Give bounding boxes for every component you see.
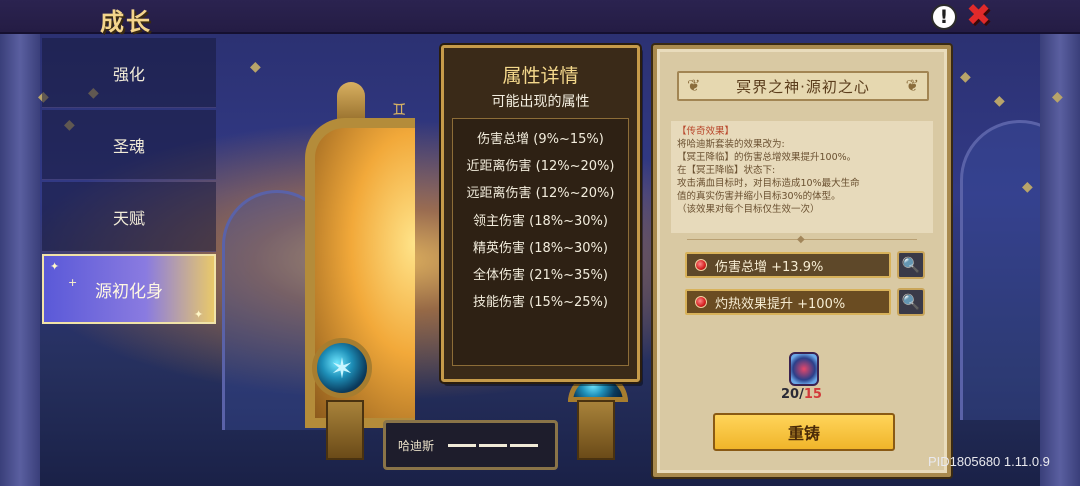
- orb-rune-icon: ✶: [330, 351, 354, 385]
- reforge-material-icon: [789, 352, 819, 386]
- version-label: PID1805680 1.11.0.9: [928, 454, 1050, 469]
- menu-item-label: 天赋: [112, 208, 145, 228]
- attribute-row: 伤害总增 (9%~15%): [477, 132, 604, 147]
- close-icon[interactable]: ✖: [966, 1, 991, 31]
- sparkle-icon: ✦: [194, 308, 204, 321]
- menu-item-holy-soul[interactable]: 圣魂: [42, 110, 216, 180]
- sparkle-icon: ✦: [50, 260, 60, 273]
- zoom-stat-button[interactable]: 🔍: [897, 288, 925, 316]
- red-gem-icon: [695, 259, 707, 271]
- left-pedestal: [326, 400, 364, 460]
- attribute-details-popup: 属性详情 可能出现的属性 伤害总增 (9%~15%) 近距离伤害 (12%~20…: [441, 45, 640, 382]
- top-bar: 成长 ! ✖: [0, 0, 1080, 36]
- legendary-effect-box: 【传奇效果】 将哈迪斯套装的效果改为: 【冥王降临】的伤害总增效果提升100%。…: [671, 121, 933, 233]
- effect-line: 值的真实伤害并缩小目标30%的体型。: [677, 191, 841, 202]
- material-counter: 20/15: [781, 387, 822, 402]
- relic-title: 冥界之神·源初之心: [736, 77, 870, 96]
- effect-heading: 【传奇效果】: [677, 126, 735, 137]
- divider-ornament-icon: ◆: [797, 234, 805, 245]
- side-menu: 强化 圣魂 天赋 ✦ ✦ + 源初化身: [42, 38, 216, 326]
- attribute-row: 远距离伤害 (12%~20%): [466, 186, 615, 202]
- menu-item-label: 源初化身: [95, 281, 163, 302]
- menu-item-label: 强化: [112, 64, 145, 84]
- attribute-row: 全体伤害 (21%~35%): [473, 267, 608, 283]
- sparkle-icon: +: [68, 276, 78, 289]
- attribute-row: 技能伤害 (15%~25%): [473, 295, 608, 311]
- stat-bar-burn: 灼热效果提升 +100%: [685, 289, 891, 315]
- attribute-row: 近距离伤害 (12%~20%): [466, 159, 615, 175]
- effect-line: （该效果对每个目标仅生效一次）: [677, 204, 820, 215]
- attribute-row: 精英伤害 (18%~30%): [473, 240, 608, 256]
- relic-detail-panel: ❦ 冥界之神·源初之心 ❦ 【传奇效果】 将哈迪斯套装的效果改为: 【冥王降临】…: [653, 45, 951, 477]
- effect-line: 在【冥王降临】状态下:: [677, 165, 776, 176]
- attribute-row: 领主伤害 (18%~30%): [473, 213, 608, 229]
- attribute-list: 伤害总增 (9%~15%) 近距离伤害 (12%~20%) 远距离伤害 (12%…: [452, 118, 629, 366]
- zodiac-glyph-icon: ♊: [392, 100, 407, 119]
- effect-line: 将哈迪斯套装的效果改为:: [677, 139, 785, 150]
- stat-bar-damage: 伤害总增 +13.9%: [685, 252, 891, 278]
- menu-item-origin-avatar[interactable]: ✦ ✦ + 源初化身: [42, 254, 216, 324]
- menu-item-talent[interactable]: 天赋: [42, 182, 216, 252]
- progress-dashes: [448, 443, 539, 447]
- reforge-button[interactable]: 重铸: [713, 413, 895, 451]
- right-pedestal: [577, 400, 615, 460]
- character-name: 哈迪斯: [398, 438, 435, 453]
- page-title: 成长: [100, 8, 152, 36]
- material-required: 15: [803, 387, 822, 402]
- relic-title-plaque: ❦ 冥界之神·源初之心 ❦: [677, 71, 929, 101]
- help-icon[interactable]: !: [931, 4, 957, 30]
- stat-text: 灼热效果提升 +100%: [715, 296, 846, 312]
- menu-item-strengthen[interactable]: 强化: [42, 38, 216, 108]
- left-orb-icon: ✶: [312, 338, 372, 398]
- popup-title: 属性详情: [502, 65, 579, 87]
- popup-subtitle: 可能出现的属性: [491, 94, 590, 110]
- material-current: 20: [781, 387, 800, 402]
- zoom-stat-button[interactable]: 🔍: [897, 251, 925, 279]
- effect-line: 【冥王降临】的伤害总增效果提升100%。: [677, 152, 857, 163]
- effect-line: 攻击满血目标时，对目标造成10%最大生命: [677, 178, 860, 189]
- stat-text: 伤害总增 +13.9%: [715, 259, 824, 275]
- red-gem-icon: [695, 296, 707, 308]
- right-ornament-icon: ❦: [905, 76, 919, 95]
- background-pillar: [0, 34, 40, 486]
- menu-item-label: 圣魂: [112, 136, 145, 156]
- left-ornament-icon: ❦: [687, 76, 701, 95]
- character-nameplate: 哈迪斯: [383, 420, 558, 470]
